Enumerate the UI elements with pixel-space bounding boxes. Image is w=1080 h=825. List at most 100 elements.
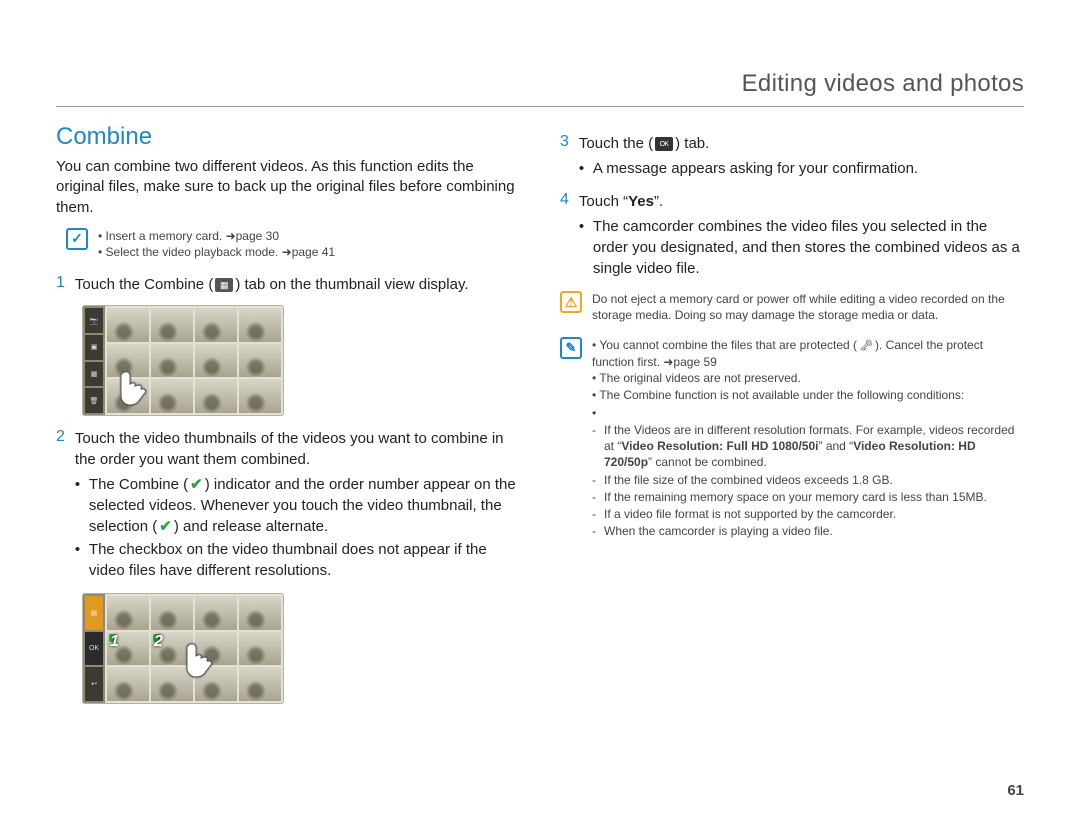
thumb-cell (151, 667, 193, 701)
thumbnail-sidebar: ▦ OK ↩ (83, 594, 105, 703)
note-item: The Combine function is not available un… (592, 387, 1024, 540)
text: ”. (654, 193, 663, 210)
sub-bullet: The camcorder combines the video files y… (579, 216, 1024, 279)
text: The Combine function is not available un… (599, 388, 964, 402)
thumb-cell (107, 667, 149, 701)
thumbnail-sidebar: 📷 ▣ ▦ 🗑 (83, 306, 105, 415)
thumb-cell (151, 344, 193, 378)
thumb-cell (195, 344, 237, 378)
text: Touch the video thumbnails of the videos… (75, 430, 504, 468)
text: ) tab on the thumbnail view display. (235, 276, 468, 293)
page-header: Editing videos and photos (56, 70, 1024, 98)
intro-paragraph: You can combine two different videos. As… (56, 157, 520, 218)
text: ” and “ (819, 439, 854, 453)
ok-label: OK (89, 645, 99, 652)
sidebar-tab: ▦ (85, 362, 103, 387)
thumb-cell (239, 379, 281, 413)
sidebar-back-tab: ↩ (85, 667, 103, 701)
section-title: Combine (56, 123, 520, 151)
prerequisites-list: Insert a memory card. ➜page 30 Select th… (98, 228, 335, 260)
text: Do not eject a memory card or power off … (592, 292, 1005, 322)
page-number: 61 (1007, 782, 1024, 799)
thumb-cell-selected: 1 (107, 632, 149, 666)
note-icon: ✎ (560, 337, 582, 359)
step-3: 3 Touch the (OK) tab. A message appears … (560, 133, 1024, 181)
warning-block: ⚠ Do not eject a memory card or power of… (560, 291, 1024, 323)
sub-bullet: The Combine (✔) indicator and the order … (75, 474, 520, 537)
text: Touch the ( (579, 135, 653, 152)
note-item: You cannot combine the files that are pr… (592, 337, 1024, 370)
thumb-cell-selected: 2 (151, 632, 193, 666)
step-sub-list: The Combine (✔) indicator and the order … (75, 474, 520, 581)
sidebar-tab: 📷 (85, 308, 103, 333)
thumbnail-grid (105, 306, 283, 415)
combine-icon: ▦ (215, 278, 233, 292)
prerequisites-block: ✓ Insert a memory card. ➜page 30 Select … (66, 228, 520, 260)
note-item: The original videos are not preserved. (592, 370, 1024, 386)
note-sub-item: If the remaining memory space on your me… (592, 489, 1024, 505)
left-column: Combine You can combine two different vi… (56, 123, 520, 716)
thumb-cell (151, 596, 193, 630)
thumbnail-display-1: 📷 ▣ ▦ 🗑 (82, 305, 284, 416)
thumbnail-display-2: ▦ OK ↩ 1 2 (82, 593, 284, 704)
thumb-cell (195, 379, 237, 413)
checkmark-icon: ✔ (159, 516, 172, 537)
sub-bullet: A message appears asking for your confir… (579, 158, 1024, 179)
text: Touch the Combine ( (75, 276, 213, 293)
text-bold: Video Resolution: Full HD 1080/50i (621, 439, 818, 453)
step-number: 1 (56, 274, 65, 295)
warning-text: Do not eject a memory card or power off … (592, 291, 1024, 323)
note-sub-item: If the file size of the combined videos … (592, 472, 1024, 488)
thumb-cell (239, 344, 281, 378)
sidebar-tab-active: ▦ (85, 596, 103, 630)
note-sub-item: When the camcorder is playing a video fi… (592, 523, 1024, 539)
text: Touch “ (579, 193, 628, 210)
step-number: 3 (560, 133, 569, 181)
checkmark-icon: ✔ (190, 474, 203, 495)
sidebar-tab: 🗑 (85, 388, 103, 413)
notes-list: You cannot combine the files that are pr… (592, 337, 1024, 540)
checkmark-icon: ✓ (66, 228, 88, 250)
text: ) and release alternate. (174, 518, 328, 535)
thumbnail-grid: 1 2 (105, 594, 283, 703)
step-body: Touch “Yes”. The camcorder combines the … (579, 191, 1024, 281)
text: You cannot combine the files that are pr… (599, 338, 857, 352)
step-body: Touch the Combine (▦) tab on the thumbna… (75, 274, 520, 295)
header-divider (56, 106, 1024, 107)
text: The Combine ( (89, 476, 188, 493)
step-number: 2 (56, 428, 65, 583)
thumb-cell (195, 667, 237, 701)
manual-page: Editing videos and photos Combine You ca… (0, 0, 1080, 825)
text-bold: Yes (628, 193, 654, 210)
key-icon: 🗝 (859, 339, 873, 354)
note-sub-item: If the Videos are in different resolutio… (592, 422, 1024, 471)
thumb-cell (151, 308, 193, 342)
two-column-layout: Combine You can combine two different vi… (56, 123, 1024, 716)
step-body: Touch the (OK) tab. A message appears as… (579, 133, 1024, 181)
text: ” cannot be combined. (648, 455, 767, 469)
thumb-cell (239, 632, 281, 666)
right-column: 3 Touch the (OK) tab. A message appears … (560, 123, 1024, 716)
notes-block: ✎ You cannot combine the files that are … (560, 337, 1024, 540)
thumb-cell (151, 379, 193, 413)
sidebar-tab: ▣ (85, 335, 103, 360)
step-sub-list: The camcorder combines the video files y… (579, 216, 1024, 279)
thumb-cell (107, 596, 149, 630)
note-sub-list: If the Videos are in different resolutio… (592, 405, 1024, 540)
step-number: 4 (560, 191, 569, 281)
prereq-item: Select the video playback mode. ➜page 41 (98, 244, 335, 260)
note-sub-item: If a video file format is not supported … (592, 506, 1024, 522)
thumb-cell (107, 344, 149, 378)
ok-icon: OK (655, 137, 673, 151)
sidebar-ok-tab: OK (85, 632, 103, 666)
step-1: 1 Touch the Combine (▦) tab on the thumb… (56, 274, 520, 295)
text: ) tab. (675, 135, 709, 152)
thumb-cell (195, 596, 237, 630)
step-sub-list: A message appears asking for your confir… (579, 158, 1024, 179)
sub-bullet: The checkbox on the video thumbnail does… (75, 539, 520, 581)
step-2: 2 Touch the video thumbnails of the vide… (56, 428, 520, 583)
thumb-cell (239, 667, 281, 701)
thumb-cell (195, 308, 237, 342)
step-body: Touch the video thumbnails of the videos… (75, 428, 520, 583)
thumb-cell (107, 379, 149, 413)
